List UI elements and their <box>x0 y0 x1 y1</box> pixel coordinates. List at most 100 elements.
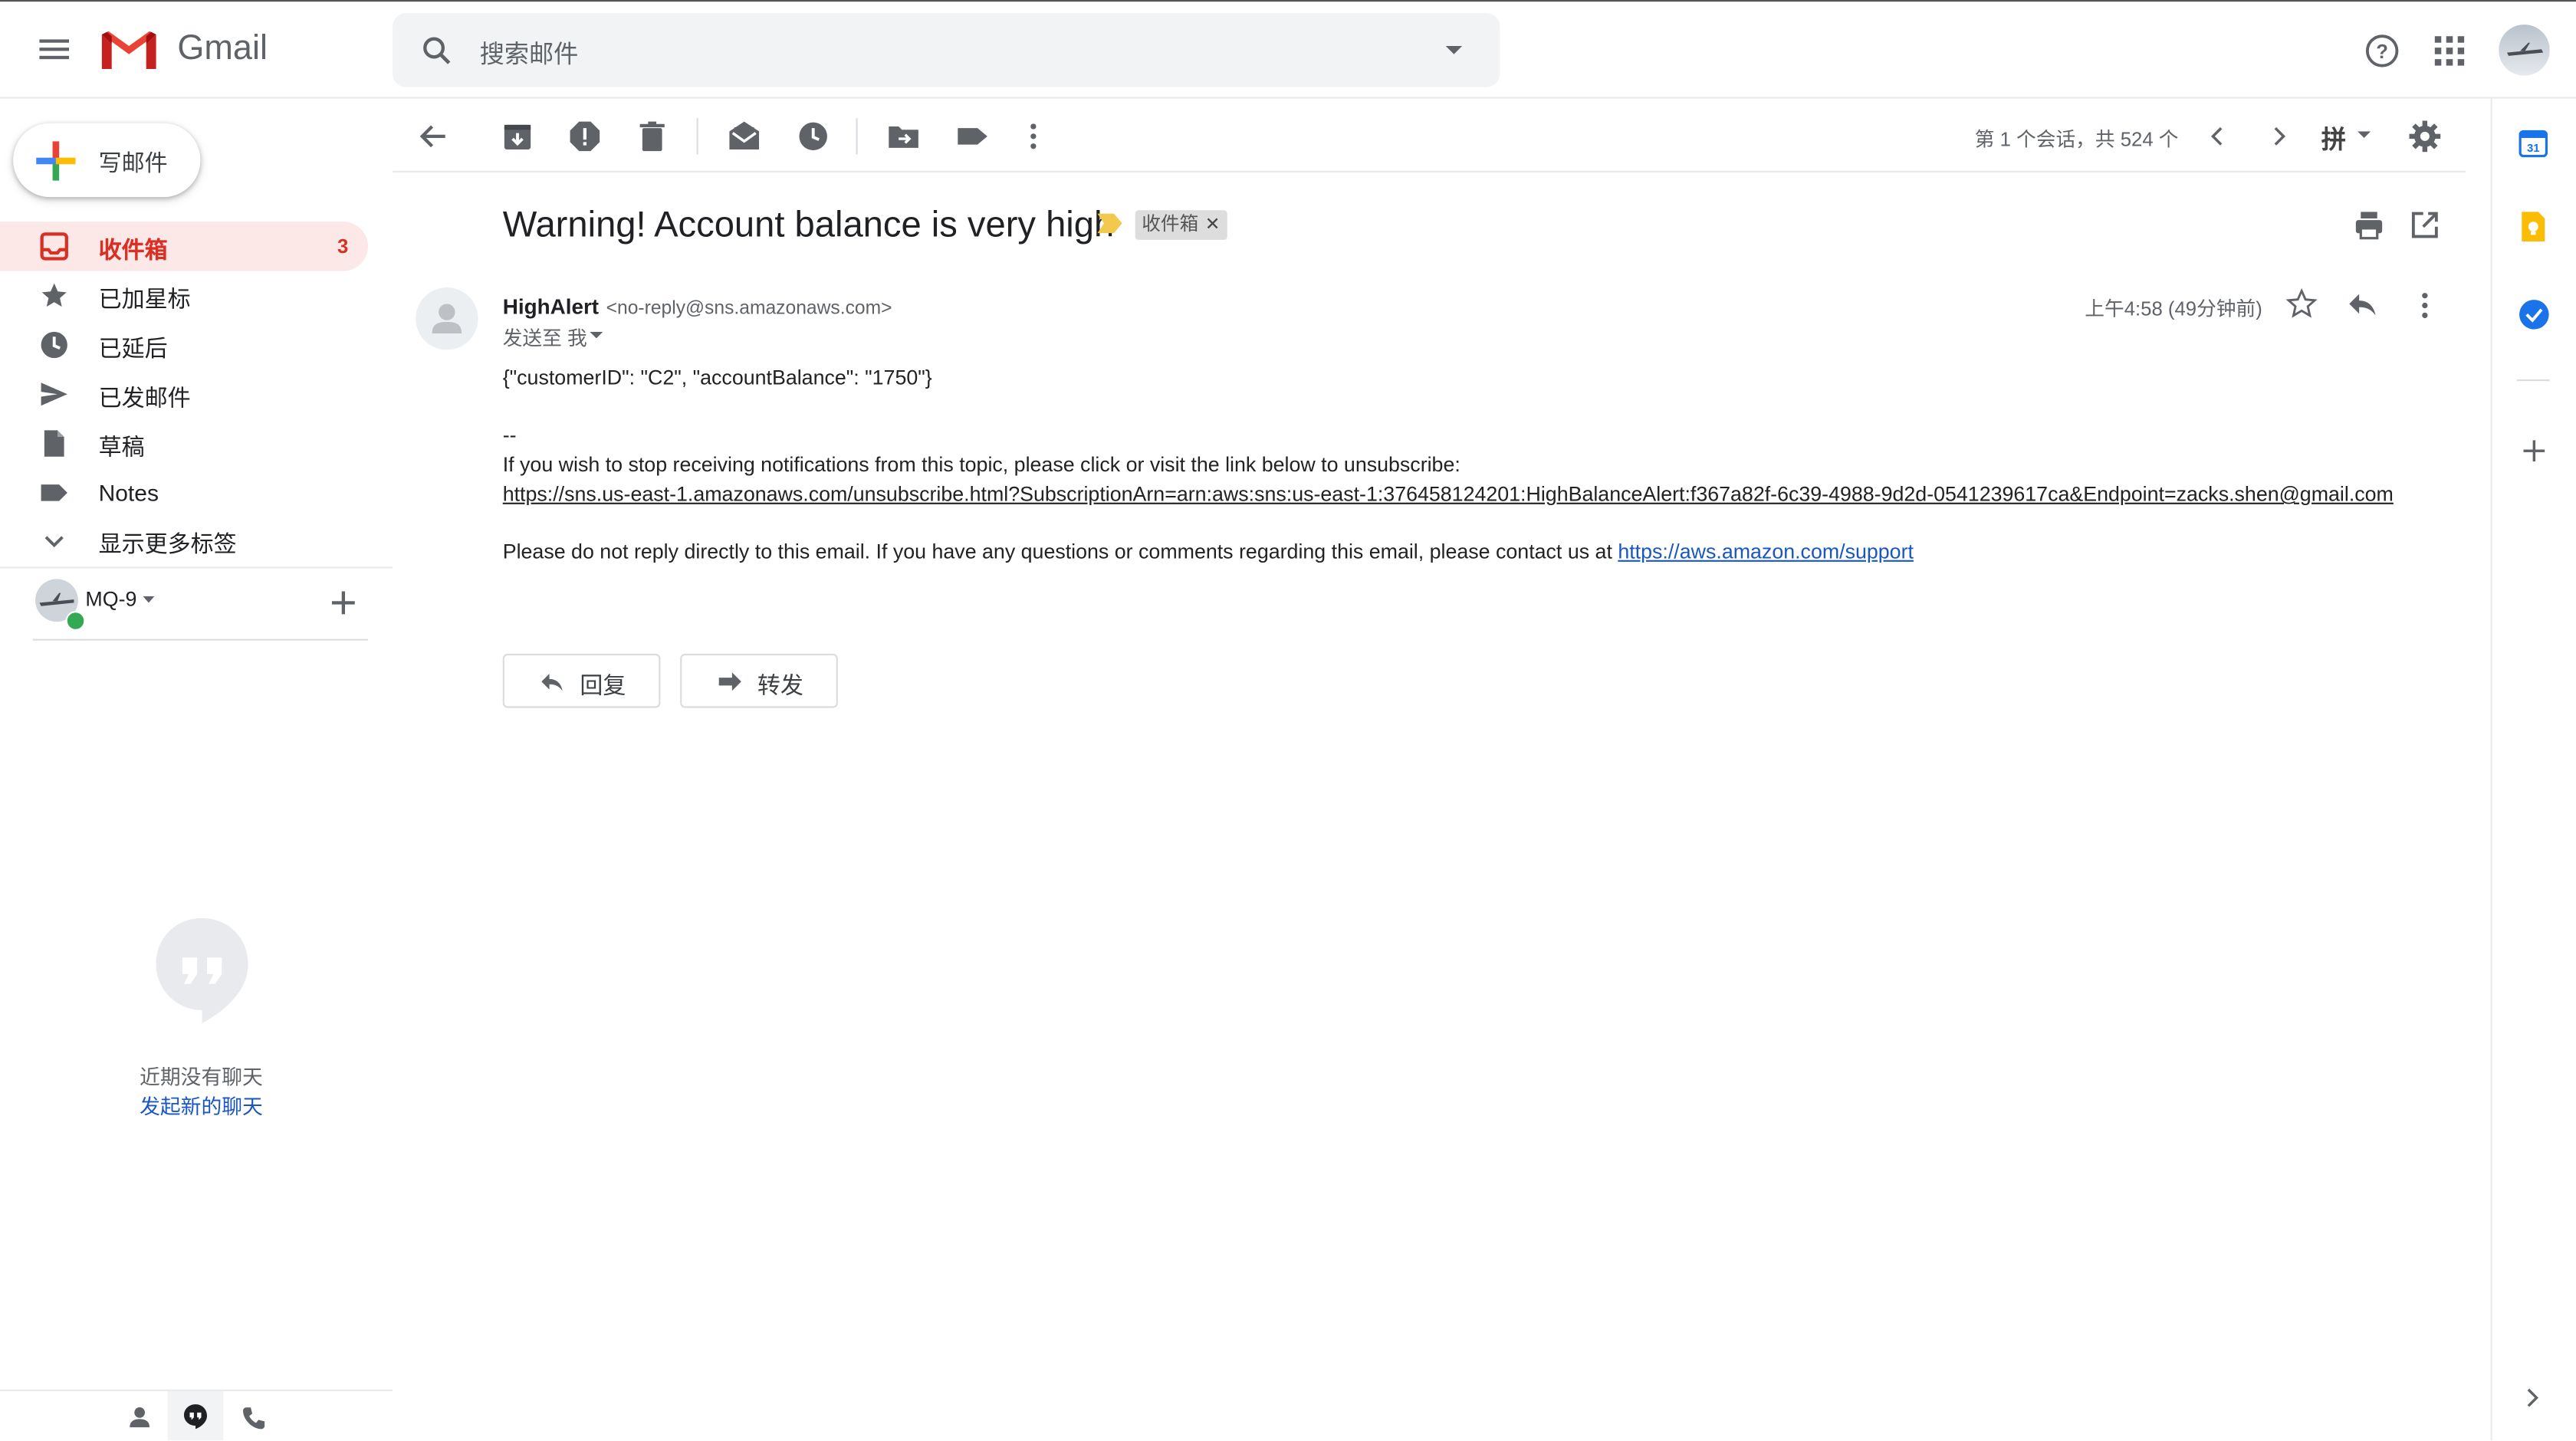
keep-icon[interactable] <box>2517 210 2550 243</box>
open-in-new-window-icon[interactable] <box>2407 207 2443 243</box>
expand-panel-icon[interactable] <box>2518 1383 2548 1413</box>
sender-avatar[interactable] <box>416 287 478 350</box>
sidebar-item-inbox[interactable]: 收件箱 3 <box>0 222 368 271</box>
recipient-details-icon[interactable] <box>588 329 604 342</box>
svg-text:?: ? <box>2376 41 2388 63</box>
more-options-icon[interactable] <box>1015 118 1051 154</box>
hangouts-quote-icon <box>154 915 249 1027</box>
star-icon <box>39 281 69 310</box>
tasks-icon[interactable] <box>2517 297 2550 330</box>
reply-icon[interactable] <box>2346 287 2382 323</box>
back-icon[interactable] <box>416 118 452 154</box>
expand-icon <box>39 526 69 556</box>
report-spam-icon[interactable] <box>567 118 603 154</box>
menu-icon[interactable] <box>38 33 71 66</box>
forward-label: 转发 <box>757 671 803 698</box>
settings-icon[interactable] <box>2407 118 2443 154</box>
start-chat-link[interactable]: 发起新的聊天 <box>0 1089 402 1121</box>
input-tools-button[interactable]: 拼 <box>2321 122 2346 156</box>
search-icon[interactable] <box>419 33 455 69</box>
label-chip-text: 收件箱 <box>1142 215 1199 235</box>
account-avatar[interactable] <box>2499 25 2550 76</box>
sender-email: <no-reply@sns.amazonaws.com> <box>606 299 892 319</box>
divider <box>0 566 393 569</box>
unread-count: 3 <box>337 235 349 258</box>
remove-label-icon[interactable]: ✕ <box>1205 210 1221 240</box>
online-status-dot <box>65 611 86 631</box>
pagination-text: 第 1 个会话，共 524 个 <box>1974 128 2179 152</box>
signature-separator: -- <box>502 423 517 447</box>
search-options-icon[interactable] <box>1439 39 1469 62</box>
older-icon[interactable] <box>2261 118 2297 154</box>
forward-button[interactable]: 转发 <box>680 653 838 708</box>
labels-icon[interactable] <box>955 118 991 154</box>
add-addon-icon[interactable] <box>2518 435 2548 465</box>
sidebar-item-starred[interactable]: 已加星标 <box>0 271 368 320</box>
sender-line: HighAlert <no-reply@sns.amazonaws.com> <box>503 292 892 322</box>
svg-text:31: 31 <box>2527 142 2540 155</box>
sidebar-item-label: 草稿 <box>98 433 145 460</box>
sidebar-item-sent[interactable]: 已发邮件 <box>0 369 368 419</box>
app-name[interactable]: Gmail <box>177 30 268 69</box>
sidebar-item-notes[interactable]: Notes <box>0 468 368 517</box>
sidebar-item-label: 已延后 <box>98 335 168 362</box>
contacts-icon[interactable] <box>125 1403 155 1433</box>
gmail-logo-icon[interactable] <box>99 28 159 72</box>
email-time: 上午4:58 (49分钟前) <box>2085 297 2262 320</box>
recipient-text: 发送至 我 <box>502 327 587 350</box>
help-icon[interactable]: ? <box>2364 33 2400 69</box>
send-icon <box>39 379 69 409</box>
input-tools-dropdown-icon[interactable] <box>2356 130 2372 140</box>
divider <box>32 638 368 641</box>
sidebar-item-label: 收件箱 <box>98 236 168 263</box>
phone-icon[interactable] <box>238 1403 268 1433</box>
search-input[interactable]: 搜索邮件 <box>480 36 579 71</box>
star-toggle-icon[interactable] <box>2285 287 2321 323</box>
no-chats-text: 近期没有聊天 <box>140 1065 263 1089</box>
newer-icon[interactable] <box>2200 118 2236 154</box>
reply-button[interactable]: 回复 <box>502 653 661 708</box>
user-dropdown-icon[interactable] <box>141 595 154 605</box>
mark-unread-icon[interactable] <box>726 118 762 154</box>
sidebar-item-label: 已发邮件 <box>98 384 191 411</box>
inbox-label-chip[interactable]: 收件箱 ✕ <box>1135 210 1227 240</box>
email-subject: Warning! Account balance is very high <box>502 203 1115 245</box>
message-more-icon[interactable] <box>2407 287 2443 323</box>
reply-icon <box>539 668 565 694</box>
hangouts-icon[interactable] <box>181 1401 211 1431</box>
support-link[interactable]: https://aws.amazon.com/support <box>1618 540 1914 563</box>
toolbar-divider <box>393 170 2466 172</box>
compose-plus-icon <box>36 141 76 181</box>
hangouts-user-name[interactable]: MQ-9 <box>85 588 136 611</box>
unsubscribe-text: If you wish to stop receiving notificati… <box>502 453 1460 477</box>
sidebar-item-snoozed[interactable]: 已延后 <box>0 320 368 369</box>
noreply-text: Please do not reply directly to this ema… <box>502 540 1618 563</box>
delete-icon[interactable] <box>634 118 670 154</box>
reply-label: 回复 <box>580 671 626 698</box>
sidebar-item-label: 显示更多标签 <box>98 530 237 557</box>
sidebar-item-drafts[interactable]: 草稿 <box>0 419 368 468</box>
label-icon <box>39 478 69 508</box>
importance-marker-icon[interactable] <box>1096 212 1122 235</box>
draft-icon <box>39 428 69 458</box>
archive-icon[interactable] <box>499 118 535 154</box>
toolbar-divider <box>696 118 698 155</box>
clock-icon <box>39 330 69 360</box>
move-to-icon[interactable] <box>886 118 922 154</box>
sidebar-item-more[interactable]: 显示更多标签 <box>0 516 368 565</box>
forward-icon <box>716 668 742 694</box>
rail-divider <box>2516 379 2550 382</box>
inbox-icon <box>39 231 69 261</box>
body-json: {"customerID": "C2", "accountBalance": "… <box>502 366 932 389</box>
sidebar-item-label: 已加星标 <box>98 285 191 313</box>
sidebar-item-label: Notes <box>98 479 159 506</box>
print-icon[interactable] <box>2351 207 2387 243</box>
snooze-icon[interactable] <box>795 118 831 154</box>
calendar-icon[interactable]: 31 <box>2517 126 2550 159</box>
apps-icon[interactable] <box>2433 34 2466 67</box>
compose-label: 写邮件 <box>98 149 168 176</box>
toolbar-divider <box>856 118 858 155</box>
unsubscribe-link[interactable]: https://sns.us-east-1.amazonaws.com/unsu… <box>503 483 2394 506</box>
add-chat-icon[interactable] <box>329 588 359 618</box>
sender-name[interactable]: HighAlert <box>503 294 599 319</box>
